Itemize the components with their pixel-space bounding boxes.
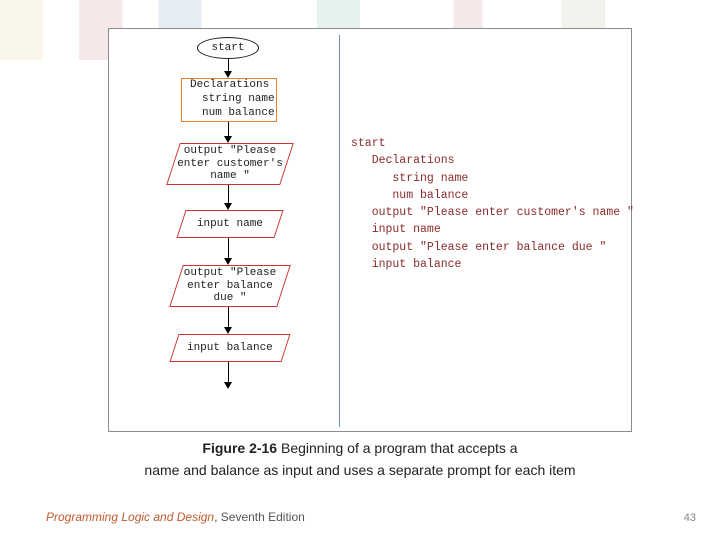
input1-text: input name <box>197 218 263 230</box>
arrow <box>228 362 229 382</box>
arrowhead <box>224 327 232 334</box>
out1-line2: enter customer's <box>174 158 286 171</box>
book-title: Programming Logic and Design <box>46 510 214 524</box>
pseudocode-panel: start Declarations string name num balan… <box>351 135 634 273</box>
decl-line2: string name <box>190 93 276 107</box>
pc-l2: Declarations <box>351 154 455 167</box>
flowchart-input-balance: input balance <box>169 334 290 362</box>
arrow <box>228 59 229 71</box>
pc-l3: string name <box>351 172 468 185</box>
out2-line3: due " <box>177 292 283 305</box>
arrow <box>228 307 229 327</box>
flowchart-panel: start Declarations string name num balan… <box>109 29 339 431</box>
flowchart-declarations-box: Declarations string name num balance <box>181 78 277 122</box>
pc-l1: start <box>351 137 386 150</box>
input2-text: input balance <box>187 342 273 354</box>
page-number: 43 <box>684 512 696 524</box>
flowchart-input-name: input name <box>176 210 283 238</box>
pc-l6: input name <box>351 223 441 236</box>
arrowhead <box>224 382 232 389</box>
out2-line2: enter balance <box>177 280 283 293</box>
arrowhead <box>224 71 232 78</box>
flowchart-output-name-prompt: output "Please enter customer's name " <box>166 143 294 185</box>
arrow <box>228 185 229 203</box>
decl-line3: num balance <box>190 107 276 121</box>
decl-line1: Declarations <box>190 79 276 93</box>
figure-frame: start Declarations string name num balan… <box>108 28 632 432</box>
figure-label: Figure 2-16 <box>202 440 277 456</box>
arrowhead <box>224 203 232 210</box>
book-edition: , Seventh Edition <box>214 510 305 524</box>
arrow <box>228 122 229 136</box>
flowchart-start-label: start <box>211 42 244 54</box>
vertical-divider <box>339 35 340 427</box>
pc-l7: output "Please enter balance due " <box>351 241 606 254</box>
arrowhead <box>224 136 232 143</box>
arrowhead <box>224 258 232 265</box>
figure-caption: Figure 2-16 Beginning of a program that … <box>0 438 720 481</box>
pc-l8: input balance <box>351 258 461 271</box>
flowchart-output-balance-prompt: output "Please enter balance due " <box>169 265 291 307</box>
out1-line3: name " <box>174 170 286 183</box>
out1-line1: output "Please <box>174 145 286 158</box>
caption-line2: name and balance as input and uses a sep… <box>144 462 575 478</box>
pc-l5: output "Please enter customer's name " <box>351 206 634 219</box>
pc-l4: num balance <box>351 189 468 202</box>
flowchart-start-terminal: start <box>197 37 259 59</box>
book-title-footer: Programming Logic and Design, Seventh Ed… <box>46 510 305 524</box>
out2-line1: output "Please <box>177 267 283 280</box>
arrow <box>228 238 229 258</box>
caption-line1: Beginning of a program that accepts a <box>277 440 517 456</box>
